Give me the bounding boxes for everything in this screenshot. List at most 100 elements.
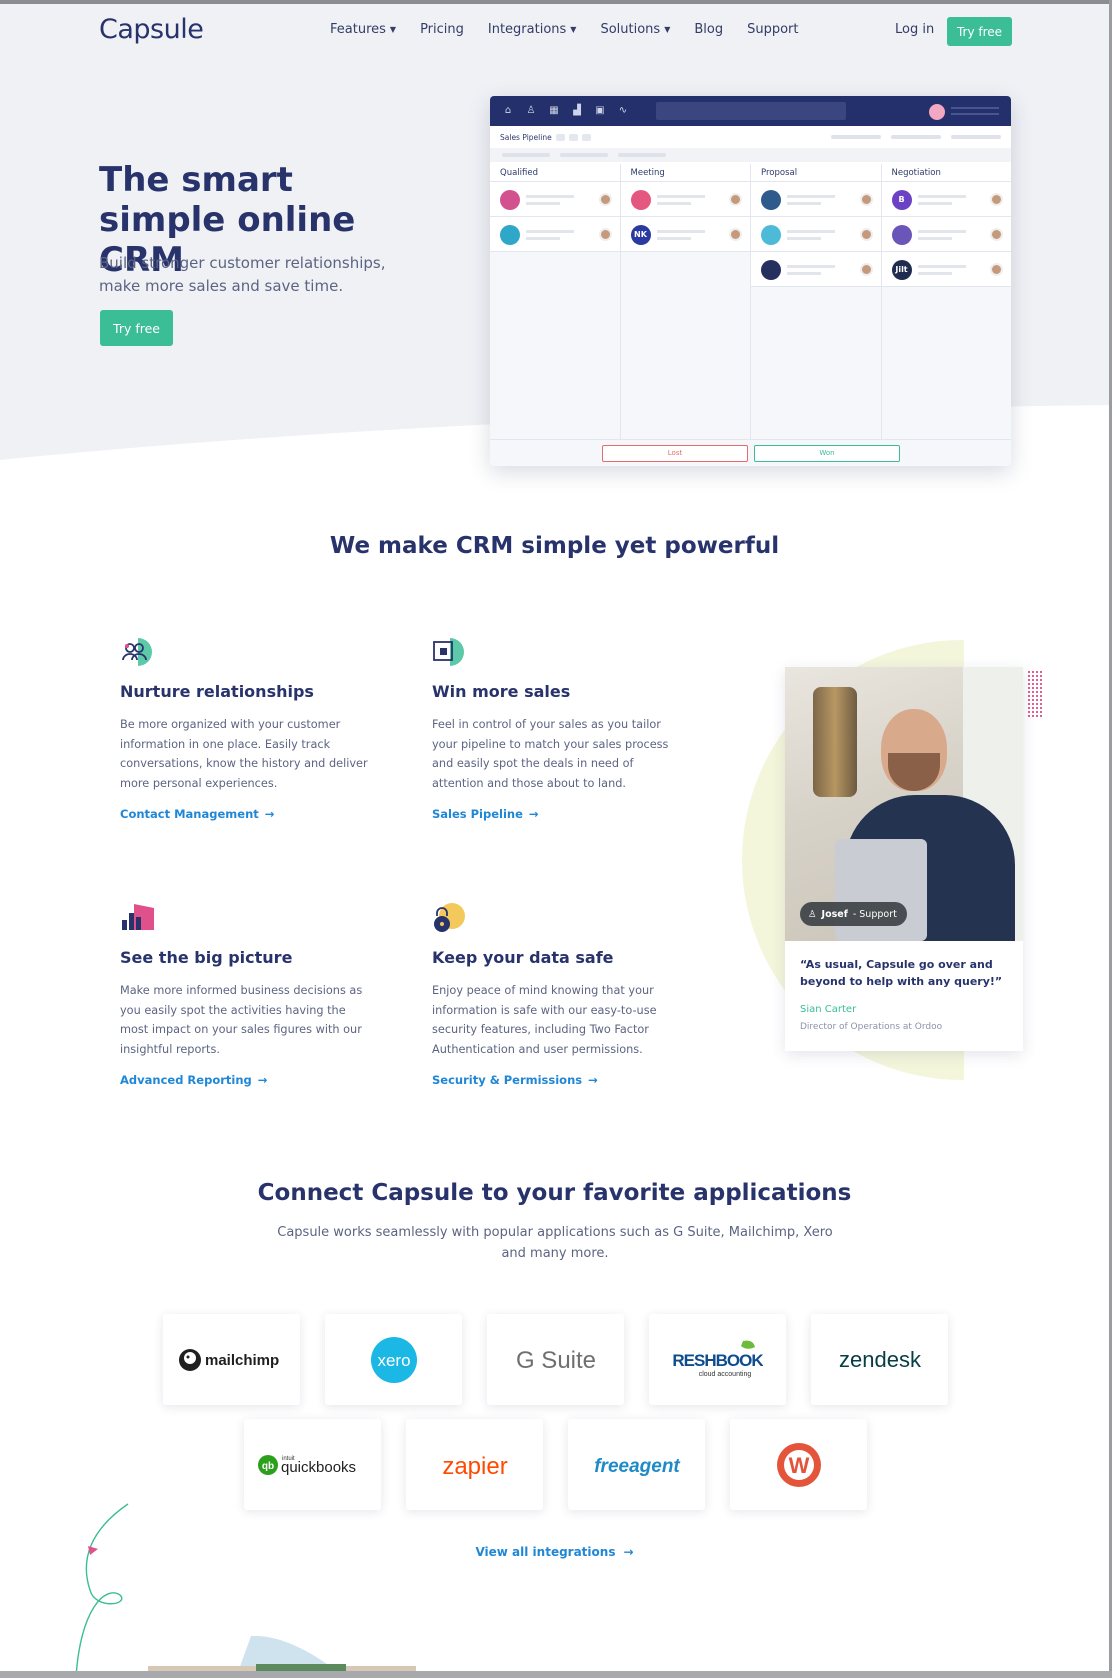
company-avatar — [761, 225, 781, 245]
nav-try-free-button[interactable]: Try free — [947, 17, 1012, 46]
wufoo-logo: W — [776, 1442, 821, 1487]
home-icon: ⌂ — [504, 105, 512, 116]
pipeline-column: Meeting NK — [620, 164, 751, 439]
freshbooks-tagline: cloud accounting — [698, 1371, 751, 1378]
company-avatar: B — [891, 190, 912, 210]
nav-support[interactable]: Support — [747, 22, 798, 37]
placeholder-line — [917, 265, 966, 268]
nav-blog[interactable]: Blog — [694, 22, 723, 37]
feature-data-safe: Keep your data safe Enjoy peace of mind … — [432, 902, 672, 1088]
mailchimp-wordmark: mailchimp — [205, 1352, 279, 1369]
freeagent-wordmark: freeagent — [594, 1456, 680, 1477]
xero-logo: xero — [370, 1336, 417, 1383]
placeholder-line — [787, 265, 835, 268]
company-avatar — [630, 190, 651, 210]
sales-pipeline-screenshot: ⌂ ♙ ▦ ▟ ▣ ∿ Sales Pipeline Qualified Meet… — [490, 96, 1011, 466]
placeholder-line — [917, 237, 952, 240]
sales-pipeline-link[interactable]: Sales Pipeline → — [432, 807, 539, 821]
advanced-reporting-link[interactable]: Advanced Reporting → — [120, 1073, 267, 1087]
chevron-down-icon: ▼ — [389, 25, 397, 34]
trend-icon: ∿ — [618, 105, 628, 116]
company-avatar — [761, 260, 781, 280]
pipeline-card — [751, 252, 881, 287]
photo-jacket — [813, 687, 857, 797]
arrow-right-icon: → — [623, 1545, 634, 1559]
integrations-subtitle: Capsule works seamlessly with popular ap… — [277, 1225, 833, 1261]
pipeline-card: NK — [620, 217, 750, 252]
hero-try-free-button[interactable]: Try free — [100, 310, 173, 346]
signal-icon: ▟ — [573, 105, 581, 116]
security-permissions-link[interactable]: Security & Permissions → — [432, 1073, 598, 1087]
gsuite-wordmark: G Suite — [515, 1347, 595, 1374]
pipeline-column-title: Meeting — [620, 164, 750, 182]
support-tag-role: - Support — [852, 908, 897, 920]
placeholder-line — [787, 230, 835, 233]
mailchimp-logo-tile[interactable]: mailchimp — [163, 1314, 300, 1405]
contact-management-link[interactable]: Contact Management → — [120, 807, 274, 821]
calendar-icon: ▦ — [549, 105, 559, 116]
zendesk-logo: zendesk — [839, 1347, 922, 1372]
zendesk-logo-tile[interactable]: zendesk — [811, 1314, 948, 1405]
feature-title: Keep your data safe — [432, 948, 614, 967]
freeagent-logo-tile[interactable]: freeagent — [568, 1419, 705, 1510]
nav-pricing[interactable]: Pricing — [420, 22, 464, 37]
freeagent-logo: freeagent — [594, 1456, 680, 1477]
pipeline-icon — [432, 636, 466, 668]
freshbooks-wordmark: FRESHBOOKS — [673, 1351, 763, 1370]
bar-chart-icon — [120, 902, 154, 934]
zapier-wordmark: zapier — [442, 1453, 507, 1480]
quickbooks-wordmark: quickbooks — [281, 1459, 356, 1476]
login-link[interactable]: Log in — [895, 22, 934, 37]
quickbooks-logo-tile[interactable]: qb intuit quickbooks — [244, 1419, 381, 1510]
arrow-right-icon: → — [588, 1073, 598, 1087]
quickbooks-logo: qbintuitquickbooks — [257, 1454, 356, 1476]
placeholder-line — [787, 202, 821, 205]
nav-solutions[interactable]: Solutions ▼ — [600, 22, 670, 37]
gsuite-logo: G Suite — [515, 1347, 595, 1374]
decorative-curve — [75, 1503, 129, 1678]
company-avatar — [891, 225, 912, 245]
pipeline-card: Jilt — [881, 252, 1011, 287]
wufoo-logo-tile[interactable]: W — [730, 1419, 867, 1510]
placeholder-line — [917, 202, 952, 205]
freshbooks-logo-tile[interactable]: FRESHBOOKScloud accounting — [649, 1314, 786, 1405]
xero-logo-tile[interactable]: xero — [325, 1314, 462, 1405]
placeholder-line — [656, 230, 705, 233]
view-all-integrations-link[interactable]: View all integrations → — [0, 1545, 1109, 1559]
placeholder-bar — [951, 135, 1001, 139]
placeholder-line — [656, 237, 691, 240]
pipeline-filters — [490, 148, 1011, 162]
owner-avatar — [729, 228, 742, 241]
zendesk-wordmark: zendesk — [839, 1347, 922, 1372]
avatar — [929, 104, 945, 120]
pipeline-title: Sales Pipeline — [500, 132, 552, 142]
company-avatar: NK — [630, 225, 651, 245]
pipeline-column: Qualified — [490, 164, 621, 439]
placeholder-line — [787, 237, 821, 240]
testimonial-author: Sian Carter — [800, 1004, 857, 1015]
feature-text: Enjoy peace of mind knowing that your in… — [432, 984, 657, 1056]
placeholder-bar — [891, 135, 941, 139]
feature-big-picture: See the big picture Make more informed b… — [120, 902, 370, 1088]
pipeline-column-title: Qualified — [490, 164, 620, 182]
nav-integrations[interactable]: Integrations ▼ — [488, 22, 577, 37]
pipeline-card — [620, 182, 750, 217]
zapier-logo: zapier — [442, 1453, 507, 1480]
owner-avatar — [990, 263, 1003, 276]
owner-avatar — [859, 193, 873, 206]
feature-text: Make more informed business decisions as… — [120, 984, 363, 1056]
placeholder-bar — [831, 135, 881, 139]
placeholder-bar — [560, 153, 608, 157]
people-icon — [120, 636, 154, 668]
arrow-right-icon: → — [257, 1073, 268, 1087]
testimonial-quote: “As usual, Capsule go over and beyond to… — [800, 958, 1003, 988]
pipeline-footer: Lost Won — [490, 439, 1011, 466]
nav-features[interactable]: Features ▼ — [330, 22, 396, 37]
capsule-logo[interactable]: Capsule — [99, 14, 204, 45]
feature-nurture: Nurture relationships Be more organized … — [120, 636, 380, 822]
zapier-logo-tile[interactable]: zapier — [406, 1419, 543, 1510]
pipeline-header: Sales Pipeline — [490, 126, 1011, 148]
placeholder-line — [787, 195, 835, 198]
gsuite-logo-tile[interactable]: G Suite — [487, 1314, 624, 1405]
owner-avatar — [598, 228, 612, 241]
